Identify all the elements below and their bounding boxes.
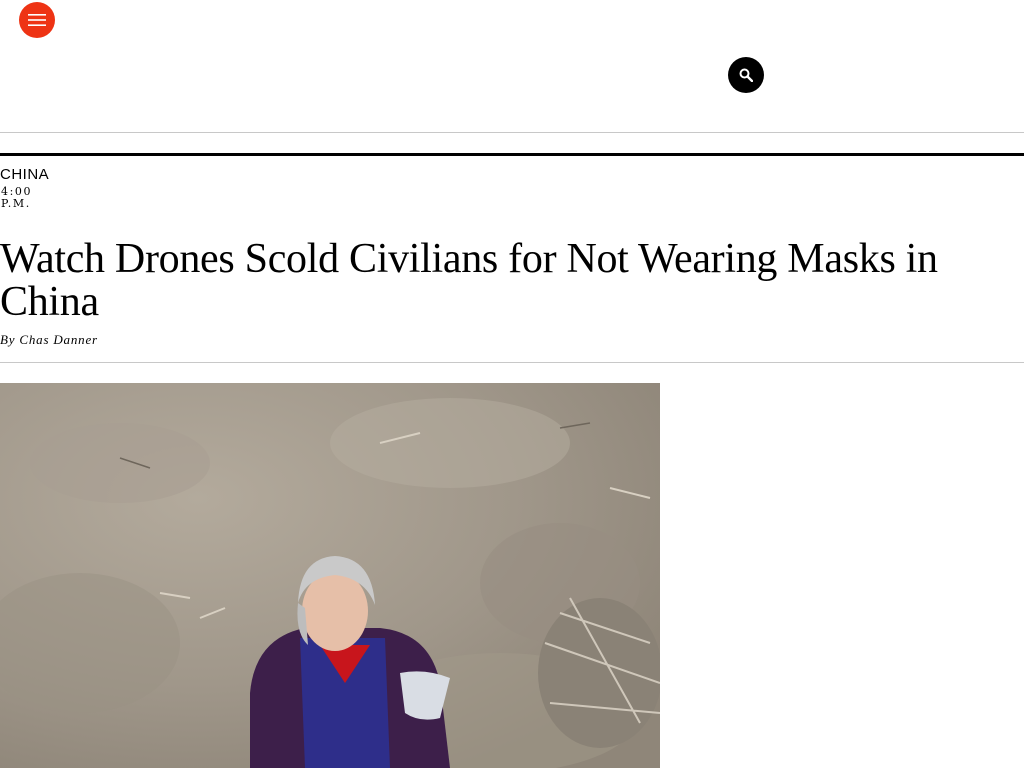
article-top-rule	[0, 153, 1024, 156]
article-headline: Watch Drones Scold Civilians for Not Wea…	[0, 236, 938, 325]
byline-prefix: By	[0, 332, 16, 347]
hamburger-menu-icon	[28, 14, 46, 26]
article-rubric[interactable]: CHINA	[0, 166, 49, 184]
author-link[interactable]: Chas Danner	[19, 332, 98, 347]
byline: By Chas Danner	[0, 332, 98, 348]
hero-image	[0, 383, 660, 768]
header-divider	[0, 132, 1024, 133]
article-time: 4:00 P.M.	[1, 185, 33, 210]
search-button[interactable]	[728, 57, 764, 93]
menu-button[interactable]	[19, 2, 55, 38]
search-icon	[739, 68, 753, 82]
byline-divider	[0, 362, 1024, 363]
